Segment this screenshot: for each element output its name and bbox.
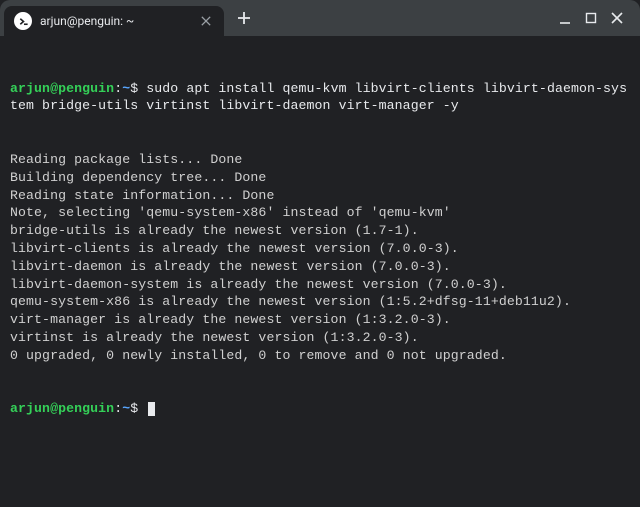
prompt-line-2: arjun@penguin:~$ (10, 400, 630, 418)
prompt-symbol: $ (130, 401, 138, 416)
prompt-line-1: arjun@penguin:~$ sudo apt install qemu-k… (10, 80, 630, 116)
close-window-button[interactable] (610, 11, 624, 25)
output-line: Reading state information... Done (10, 187, 630, 205)
output-line: 0 upgraded, 0 newly installed, 0 to remo… (10, 347, 630, 365)
cursor (148, 402, 155, 416)
output-line: Building dependency tree... Done (10, 169, 630, 187)
prompt-colon: : (114, 401, 122, 416)
output-line: Note, selecting 'qemu-system-x86' instea… (10, 204, 630, 222)
tab-title: arjun@penguin: ~ (40, 14, 190, 28)
output-line: libvirt-clients is already the newest ve… (10, 240, 630, 258)
prompt-user: arjun@penguin (10, 401, 114, 416)
tab-close-button[interactable] (198, 13, 214, 29)
prompt-user: arjun@penguin (10, 81, 114, 96)
terminal-tab[interactable]: arjun@penguin: ~ (4, 6, 224, 36)
prompt-symbol: $ (130, 81, 138, 96)
terminal-content[interactable]: arjun@penguin:~$ sudo apt install qemu-k… (0, 36, 640, 444)
window-controls (558, 11, 636, 25)
prompt-colon: : (114, 81, 122, 96)
minimize-button[interactable] (558, 11, 572, 25)
output-line: qemu-system-x86 is already the newest ve… (10, 293, 630, 311)
output-line: libvirt-daemon-system is already the new… (10, 276, 630, 294)
new-tab-button[interactable] (232, 6, 256, 30)
output-line: virtinst is already the newest version (… (10, 329, 630, 347)
output-block: Reading package lists... DoneBuilding de… (10, 151, 630, 365)
titlebar: arjun@penguin: ~ (0, 0, 640, 36)
terminal-icon (14, 12, 32, 30)
output-line: libvirt-daemon is already the newest ver… (10, 258, 630, 276)
output-line: bridge-utils is already the newest versi… (10, 222, 630, 240)
maximize-button[interactable] (584, 11, 598, 25)
output-line: Reading package lists... Done (10, 151, 630, 169)
output-line: virt-manager is already the newest versi… (10, 311, 630, 329)
